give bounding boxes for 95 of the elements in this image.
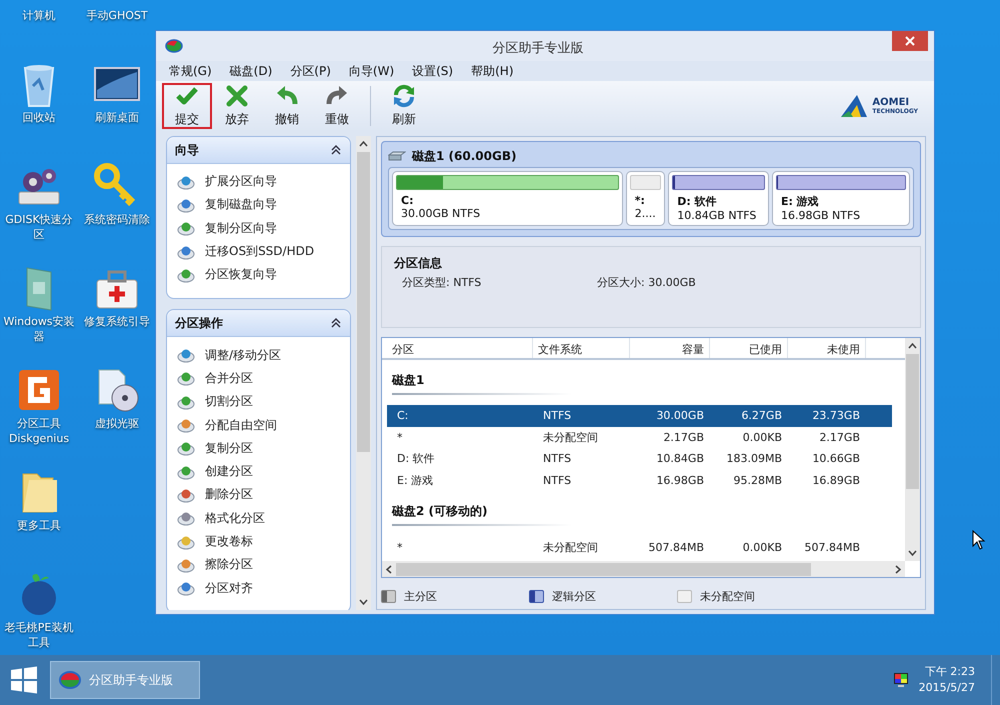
table-cell-text: 2.17GB xyxy=(818,430,861,444)
clock-date: 2015/5/27 xyxy=(918,680,975,696)
partition-block[interactable]: C: 30.00GB NTFS xyxy=(392,171,623,226)
table-cell-text: 未分配空间 xyxy=(542,430,599,445)
column-header[interactable]: 容量 xyxy=(630,338,710,358)
partition-detail: 10.84GB NTFS xyxy=(676,209,758,222)
table-cell-text: NTFS xyxy=(542,452,572,466)
sidebar-item[interactable]: 格式化分区 xyxy=(177,506,342,530)
table-row[interactable]: D: 软件 NTFS 10.84GB 183.09MB 10.66GB xyxy=(387,448,892,470)
table-cell-text: C: xyxy=(396,409,410,422)
info-field: 分区大小: 30.00GB xyxy=(597,275,792,290)
table-cell-text: NTFS xyxy=(542,409,572,422)
disk-title: 磁盘1 (60.00GB) xyxy=(412,148,516,164)
sidebar-item[interactable]: 合并分区 xyxy=(177,366,342,390)
column-header[interactable]: 已使用 xyxy=(710,338,788,358)
partition-detail: 16.98GB NTFS xyxy=(780,209,862,222)
table-row[interactable]: * 未分配空间 2.17GB 0.00KB 2.17GB xyxy=(387,426,892,448)
table-row[interactable]: C: NTFS 30.00GB 6.27GB 23.73GB xyxy=(387,405,892,427)
sidebar-item[interactable]: 分区恢复向导 xyxy=(177,263,342,286)
sidebar-item[interactable]: 分区对齐 xyxy=(177,576,342,600)
sidebar-item[interactable]: 擦除分区 xyxy=(177,553,342,576)
table-cell-text: * xyxy=(396,540,404,554)
partition-name: D: 软件 xyxy=(676,194,718,209)
info-title: 分区信息 xyxy=(394,255,443,272)
partition-block[interactable]: E: 游戏 16.98GB NTFS xyxy=(772,171,910,226)
icon-label[interactable]: Windows安装器 xyxy=(0,314,78,344)
partition-block[interactable]: D: 软件 10.84GB NTFS xyxy=(668,171,769,226)
column-header[interactable]: 分区 xyxy=(387,338,533,358)
partition-detail: 2.... xyxy=(634,207,657,220)
logo-name: AOMEI xyxy=(872,97,910,108)
column-header[interactable]: 文件系统 xyxy=(533,338,630,358)
table-cell-text: 507.84MB xyxy=(647,540,705,554)
icon-label[interactable]: 老毛桃PE装机工具 xyxy=(0,620,78,650)
sidebar-item[interactable]: 迁移OS到SSD/HDD xyxy=(177,240,342,264)
toolbar-button[interactable]: 放弃 xyxy=(212,83,262,129)
sidebar-item[interactable]: 复制分区向导 xyxy=(177,216,342,240)
legend-label: 逻辑分区 xyxy=(552,588,596,604)
panel-title: 向导 xyxy=(175,142,199,158)
toolbar-button[interactable]: 撤销 xyxy=(262,83,312,129)
menu-item[interactable]: 常规(G) xyxy=(160,62,221,80)
table-cell-text: * xyxy=(396,430,404,444)
menu-item[interactable]: 磁盘(D) xyxy=(220,62,282,80)
table-cell-text: 10.66GB xyxy=(811,452,861,466)
panel-title: 分区操作 xyxy=(175,314,223,332)
table-cell-text: 183.09MB xyxy=(725,452,783,466)
partition-name: *: xyxy=(634,194,646,207)
partition-detail: 30.00GB NTFS xyxy=(400,207,482,220)
legend-label: 未分配空间 xyxy=(700,588,755,604)
menu-item[interactable]: 向导(W) xyxy=(340,62,404,80)
table-cell-text: E: 游戏 xyxy=(396,473,434,488)
sidebar-item[interactable]: 复制磁盘向导 xyxy=(177,193,342,217)
table-cell-text: 未分配空间 xyxy=(542,540,599,555)
table-cell-text: 2.17GB xyxy=(662,430,705,444)
table-cell-text: 6.27GB xyxy=(740,409,783,422)
sidebar-item[interactable]: 分配自由空间 xyxy=(177,413,342,437)
icon-label[interactable]: 更多工具 xyxy=(0,518,78,533)
column-header[interactable]: 未使用 xyxy=(788,338,866,358)
menu-item[interactable]: 帮助(H) xyxy=(462,62,522,80)
table-row[interactable]: E: 游戏 NTFS 16.98GB 95.28MB 16.89GB xyxy=(387,470,892,492)
table-cell-text: 16.98GB xyxy=(655,474,705,488)
sidebar-item[interactable]: 更改卷标 xyxy=(177,530,342,554)
table-cell-text: 0.00KB xyxy=(742,540,783,554)
table-cell-text: 30.00GB xyxy=(655,409,705,422)
menu-item[interactable]: 设置(S) xyxy=(403,62,462,80)
window-title: 分区助手专业版 xyxy=(492,40,584,57)
toolbar-button[interactable]: 重做 xyxy=(312,83,362,129)
sidebar-item[interactable]: 切割分区 xyxy=(177,390,342,414)
sidebar-item[interactable]: 创建分区 xyxy=(177,460,342,484)
sidebar-item[interactable]: 删除分区 xyxy=(177,483,342,507)
legend-label: 主分区 xyxy=(404,588,437,604)
clock-time: 下午 2:23 xyxy=(924,664,975,680)
partition-name: E: 游戏 xyxy=(780,194,820,209)
table-cell-text: 23.73GB xyxy=(811,409,861,422)
sidebar-item[interactable]: 复制分区 xyxy=(177,436,342,460)
table-cell-text: 0.00KB xyxy=(742,430,783,444)
table-cell-text: NTFS xyxy=(542,474,572,488)
icon-label[interactable]: 修复系统引导 xyxy=(78,314,156,329)
menu-item[interactable]: 分区(P) xyxy=(281,62,340,80)
info-field: 分区类型: NTFS xyxy=(402,275,597,290)
icon-label[interactable]: 虚拟光驱 xyxy=(78,416,156,431)
sidebar-item[interactable]: 调整/移动分区 xyxy=(177,343,342,367)
table-cell-text: 95.28MB xyxy=(732,474,783,488)
table-row[interactable]: * 未分配空间 507.84MB 0.00KB 507.84MB xyxy=(387,536,892,558)
sidebar-item[interactable]: 扩展分区向导 xyxy=(177,170,342,194)
toolbar-button[interactable]: 提交 xyxy=(162,83,212,129)
icon-label[interactable]: 分区工具Diskgenius xyxy=(0,416,78,446)
toolbar-button[interactable]: 刷新 xyxy=(379,83,429,129)
partition-block[interactable]: *: 2.... xyxy=(626,171,666,226)
table-cell-text: 16.89GB xyxy=(811,474,861,488)
partition-name: C: xyxy=(400,194,414,207)
table-cell-text: 507.84MB xyxy=(803,540,861,554)
icon-label[interactable]: GDISK快速分区 xyxy=(0,212,78,242)
icon-label[interactable]: 系统密码清除 xyxy=(78,212,156,227)
table-cell-text: 10.84GB xyxy=(655,452,705,466)
table-cell-text: D: 软件 xyxy=(396,451,436,466)
